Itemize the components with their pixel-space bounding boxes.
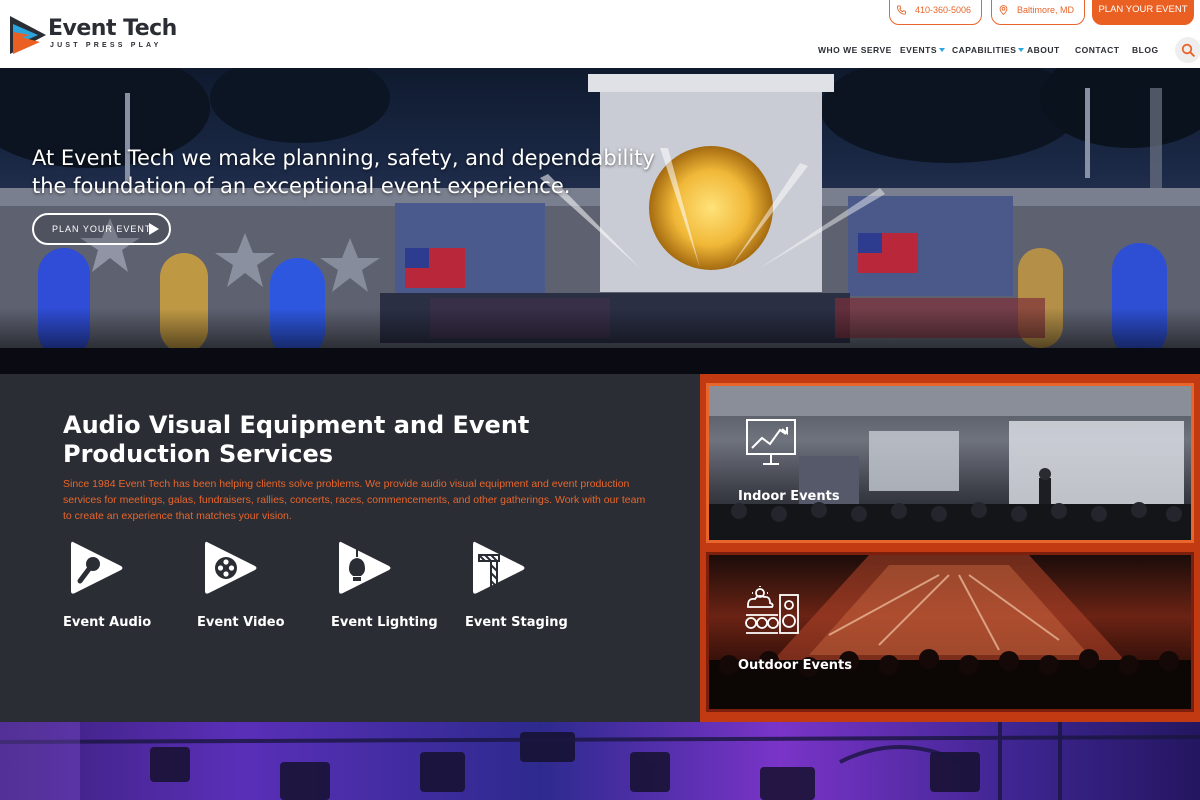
- hero-banner: At Event Tech we make planning, safety, …: [0, 68, 1200, 374]
- nav-item-contact[interactable]: CONTACT: [1075, 45, 1119, 55]
- nav-item-who-we-serve[interactable]: WHO WE SERVE: [818, 45, 892, 55]
- search-icon: [1181, 43, 1195, 57]
- outdoor-events-label: Outdoor Events: [738, 658, 853, 673]
- phone-link[interactable]: 410-360-5006: [889, 0, 982, 25]
- nav-item-label: WHO WE SERVE: [818, 45, 892, 55]
- light-bulb-icon: [339, 541, 391, 594]
- service-label: Event Lighting: [331, 615, 438, 630]
- site-header: Event Tech JUST PRESS PLAY 410-360-5006 …: [0, 0, 1200, 68]
- nav-item-label: EVENTS: [900, 45, 938, 55]
- services-description: Since 1984 Event Tech has been helping c…: [63, 478, 646, 522]
- nav-item-blog[interactable]: BLOG: [1132, 45, 1159, 55]
- truss-icon: [473, 541, 525, 594]
- brand-name: Event Tech: [48, 16, 177, 41]
- services-title: Audio Visual Equipment and Event Product…: [63, 411, 530, 468]
- map-pin-icon: [999, 4, 1008, 15]
- phone-number: 410-360-5006: [914, 4, 971, 15]
- hero-headline: At Event Tech we make planning, safety, …: [32, 146, 655, 198]
- event-types-panel: Indoor Events Outdoor Events: [700, 374, 1200, 722]
- main-nav: WHO WE SERVE EVENTS CAPABILITIES ABOUT C…: [0, 45, 1200, 57]
- nav-item-capabilities[interactable]: CAPABILITIES: [952, 45, 1025, 55]
- presentation-board-icon: [746, 419, 796, 465]
- nav-item-events[interactable]: EVENTS: [900, 45, 946, 55]
- nav-item-label: ABOUT: [1027, 45, 1060, 55]
- plan-your-event-button[interactable]: PLAN YOUR EVENT: [1092, 0, 1194, 25]
- film-reel-icon: [205, 541, 257, 594]
- microphone-icon: [71, 541, 123, 594]
- phone-icon: [896, 4, 907, 15]
- lighting-rig-banner: [0, 722, 1200, 800]
- search-button[interactable]: [1175, 37, 1200, 63]
- outdoor-stage-icon: [745, 586, 799, 634]
- indoor-events-card[interactable]: Indoor Events: [706, 383, 1194, 543]
- services-section: Audio Visual Equipment and Event Product…: [0, 374, 700, 722]
- hero-stage-image: [0, 68, 1200, 374]
- caret-down-icon: [939, 48, 946, 52]
- play-icon: [149, 223, 159, 235]
- nav-item-about[interactable]: ABOUT: [1027, 45, 1060, 55]
- hero-plan-your-event-button[interactable]: PLAN YOUR EVENT: [32, 213, 171, 245]
- service-label: Event Video: [197, 615, 285, 630]
- caret-down-icon: [1018, 48, 1025, 52]
- lighting-rig-photo: [0, 722, 1200, 800]
- service-label: Event Staging: [465, 615, 568, 630]
- indoor-events-label: Indoor Events: [738, 489, 840, 504]
- nav-item-label: CONTACT: [1075, 45, 1120, 55]
- nav-item-label: BLOG: [1132, 45, 1159, 55]
- nav-item-label: CAPABILITIES: [952, 45, 1017, 55]
- outdoor-events-card[interactable]: Outdoor Events: [706, 552, 1194, 712]
- hero-button-label: PLAN YOUR EVENT: [52, 224, 152, 234]
- plan-your-event-label: PLAN YOUR EVENT: [1098, 4, 1188, 15]
- service-label: Event Audio: [63, 615, 152, 630]
- location-text: Baltimore, MD: [1016, 4, 1074, 15]
- location-link[interactable]: Baltimore, MD: [991, 0, 1085, 25]
